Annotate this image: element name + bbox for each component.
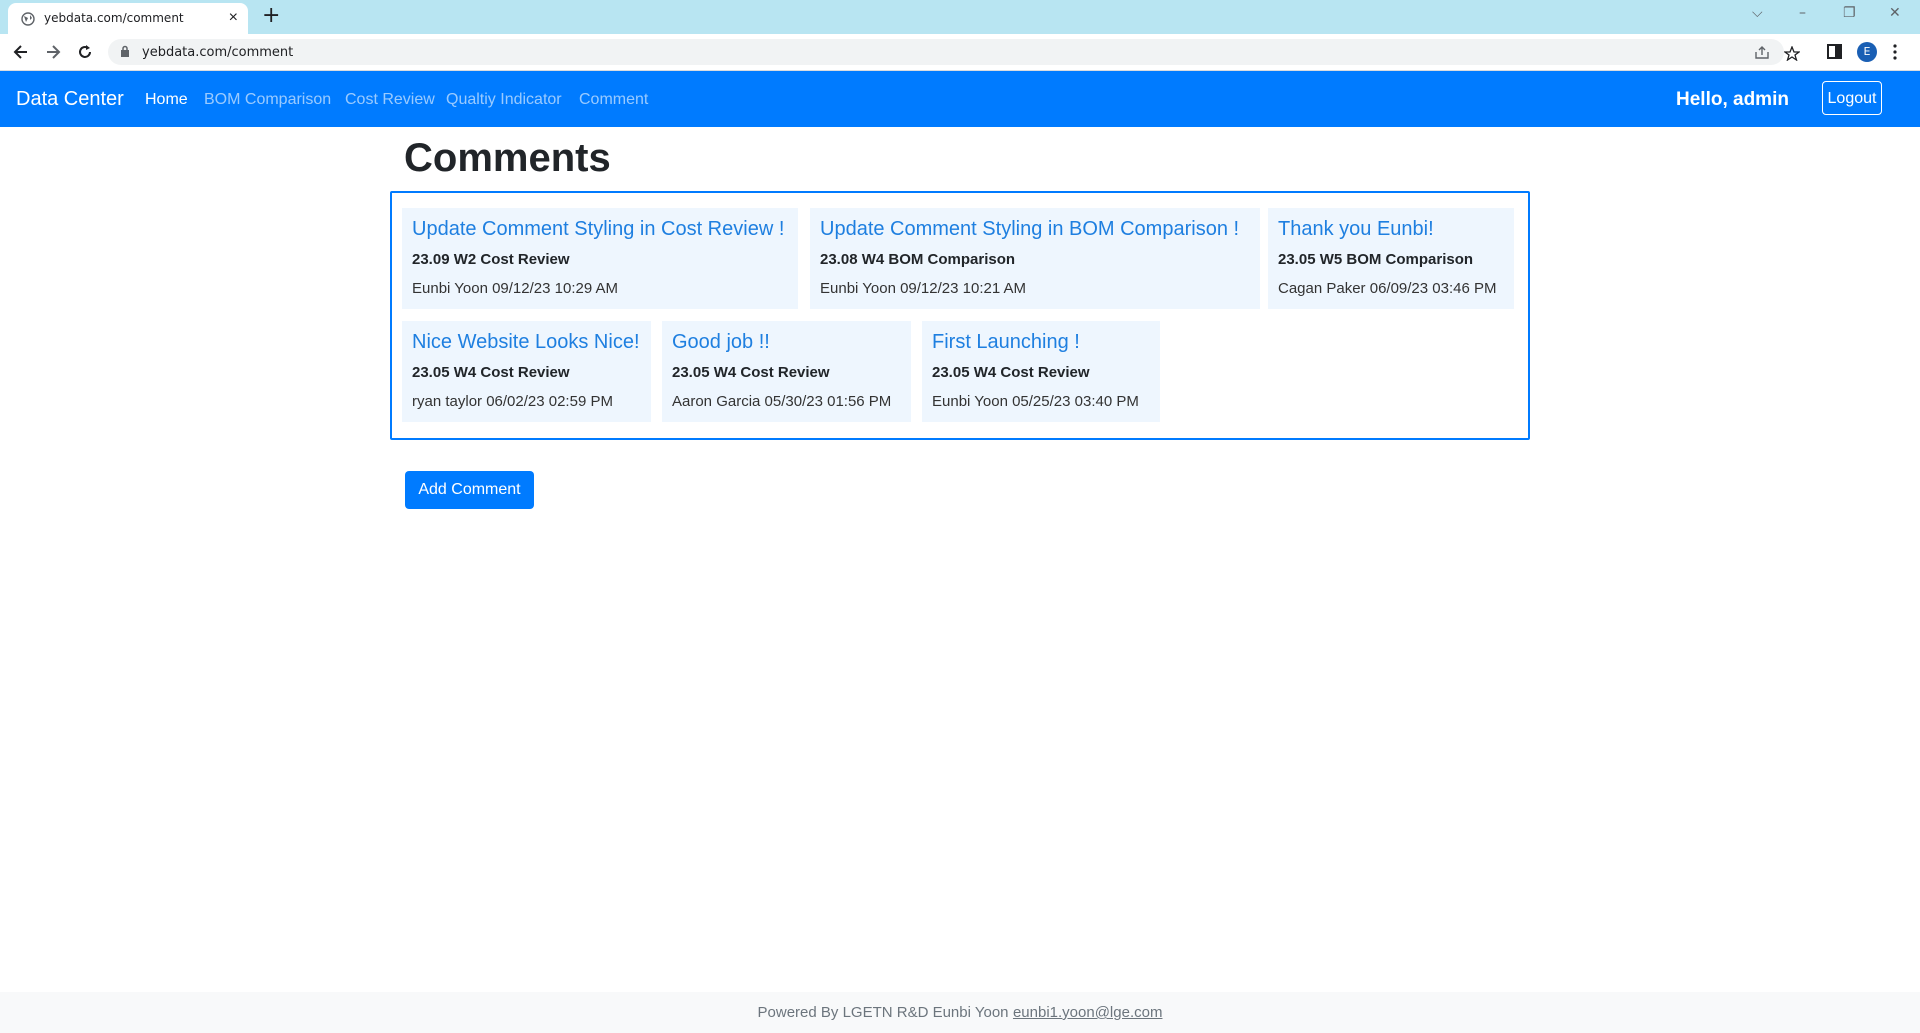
nav-home[interactable]: Home <box>145 91 188 109</box>
comment-title[interactable]: Good job !! <box>672 331 770 354</box>
comment-subject: 23.05 W4 Cost Review <box>672 364 830 381</box>
comment-title[interactable]: First Launching ! <box>932 331 1080 354</box>
tab-search-icon[interactable]: ⌵ <box>1752 5 1763 21</box>
comment-subject: 23.09 W2 Cost Review <box>412 251 570 268</box>
comment-title[interactable]: Nice Website Looks Nice! <box>412 331 640 354</box>
nav-bom-comparison[interactable]: BOM Comparison <box>204 91 331 109</box>
greeting-text: Hello, admin <box>1676 89 1789 110</box>
comment-meta: Eunbi Yoon 09/12/23 10:29 AM <box>412 280 619 297</box>
browser-toolbar: yebdata.com/comment E <box>0 34 1920 71</box>
comment-title[interactable]: Update Comment Styling in BOM Comparison… <box>820 218 1239 241</box>
comment-meta: Cagan Paker 06/09/23 03:46 PM <box>1278 280 1497 297</box>
back-icon[interactable] <box>11 42 31 62</box>
globe-icon <box>21 12 35 26</box>
close-tab-icon[interactable]: × <box>229 9 238 27</box>
app-navbar: Data Center Home BOM Comparison Cost Rev… <box>0 71 1920 127</box>
footer: Powered By LGETN R&D Eunbi Yoon eunbi1.y… <box>0 992 1920 1033</box>
footer-email-link[interactable]: eunbi1.yoon@lge.com <box>1013 1004 1163 1021</box>
nav-comment[interactable]: Comment <box>579 91 648 109</box>
new-tab-icon[interactable]: + <box>262 5 280 27</box>
comment-subject: 23.08 W4 BOM Comparison <box>820 251 1016 268</box>
side-panel-icon[interactable] <box>1827 44 1842 59</box>
profile-avatar[interactable]: E <box>1857 42 1877 62</box>
comment-card[interactable]: Good job !! 23.05 W4 Cost Review Aaron G… <box>662 321 911 422</box>
restore-icon[interactable]: ❐ <box>1843 5 1856 21</box>
comment-meta: ryan taylor 06/02/23 02:59 PM <box>412 393 613 410</box>
comment-card[interactable]: Update Comment Styling in BOM Comparison… <box>810 208 1260 309</box>
forward-icon[interactable] <box>43 42 63 62</box>
comment-subject: 23.05 W4 Cost Review <box>412 364 570 381</box>
more-menu-icon[interactable] <box>1893 44 1897 60</box>
comment-title[interactable]: Thank you Eunbi! <box>1278 218 1434 241</box>
nav-cost-review[interactable]: Cost Review <box>345 91 435 109</box>
reload-icon[interactable] <box>75 42 95 62</box>
comment-meta: Eunbi Yoon 09/12/23 10:21 AM <box>820 280 1027 297</box>
lock-icon[interactable] <box>120 45 130 58</box>
footer-text: Powered By LGETN R&D Eunbi Yoon <box>757 1004 1009 1021</box>
page-title: Comments <box>404 136 611 180</box>
comment-subject: 23.05 W5 BOM Comparison <box>1278 251 1474 268</box>
logout-button[interactable]: Logout <box>1822 81 1882 115</box>
comment-card[interactable]: Thank you Eunbi! 23.05 W5 BOM Comparison… <box>1268 208 1514 309</box>
comment-card[interactable]: Update Comment Styling in Cost Review ! … <box>402 208 798 309</box>
brand-link[interactable]: Data Center <box>16 88 124 111</box>
comment-meta: Aaron Garcia 05/30/23 01:56 PM <box>672 393 892 410</box>
nav-quality-indicator[interactable]: Qualtiy Indicator <box>446 91 562 109</box>
comment-title[interactable]: Update Comment Styling in Cost Review ! <box>412 218 784 241</box>
comment-subject: 23.05 W4 Cost Review <box>932 364 1090 381</box>
comment-card[interactable]: First Launching ! 23.05 W4 Cost Review E… <box>922 321 1160 422</box>
minimize-icon[interactable]: – <box>1799 5 1806 21</box>
star-icon[interactable] <box>1784 46 1800 61</box>
browser-tab-bar: yebdata.com/comment × + ⌵ – ❐ ✕ <box>0 0 1920 34</box>
comments-container: Update Comment Styling in Cost Review ! … <box>390 191 1530 440</box>
tab-title: yebdata.com/comment <box>44 11 184 25</box>
browser-tab[interactable]: yebdata.com/comment × <box>8 3 248 34</box>
comment-meta: Eunbi Yoon 05/25/23 03:40 PM <box>932 393 1139 410</box>
close-window-icon[interactable]: ✕ <box>1889 5 1901 21</box>
add-comment-button[interactable]: Add Comment <box>405 471 534 509</box>
address-bar[interactable]: yebdata.com/comment <box>108 39 1800 65</box>
comment-card[interactable]: Nice Website Looks Nice! 23.05 W4 Cost R… <box>402 321 651 422</box>
url-text[interactable]: yebdata.com/comment <box>142 45 293 60</box>
share-icon[interactable] <box>1754 46 1770 60</box>
